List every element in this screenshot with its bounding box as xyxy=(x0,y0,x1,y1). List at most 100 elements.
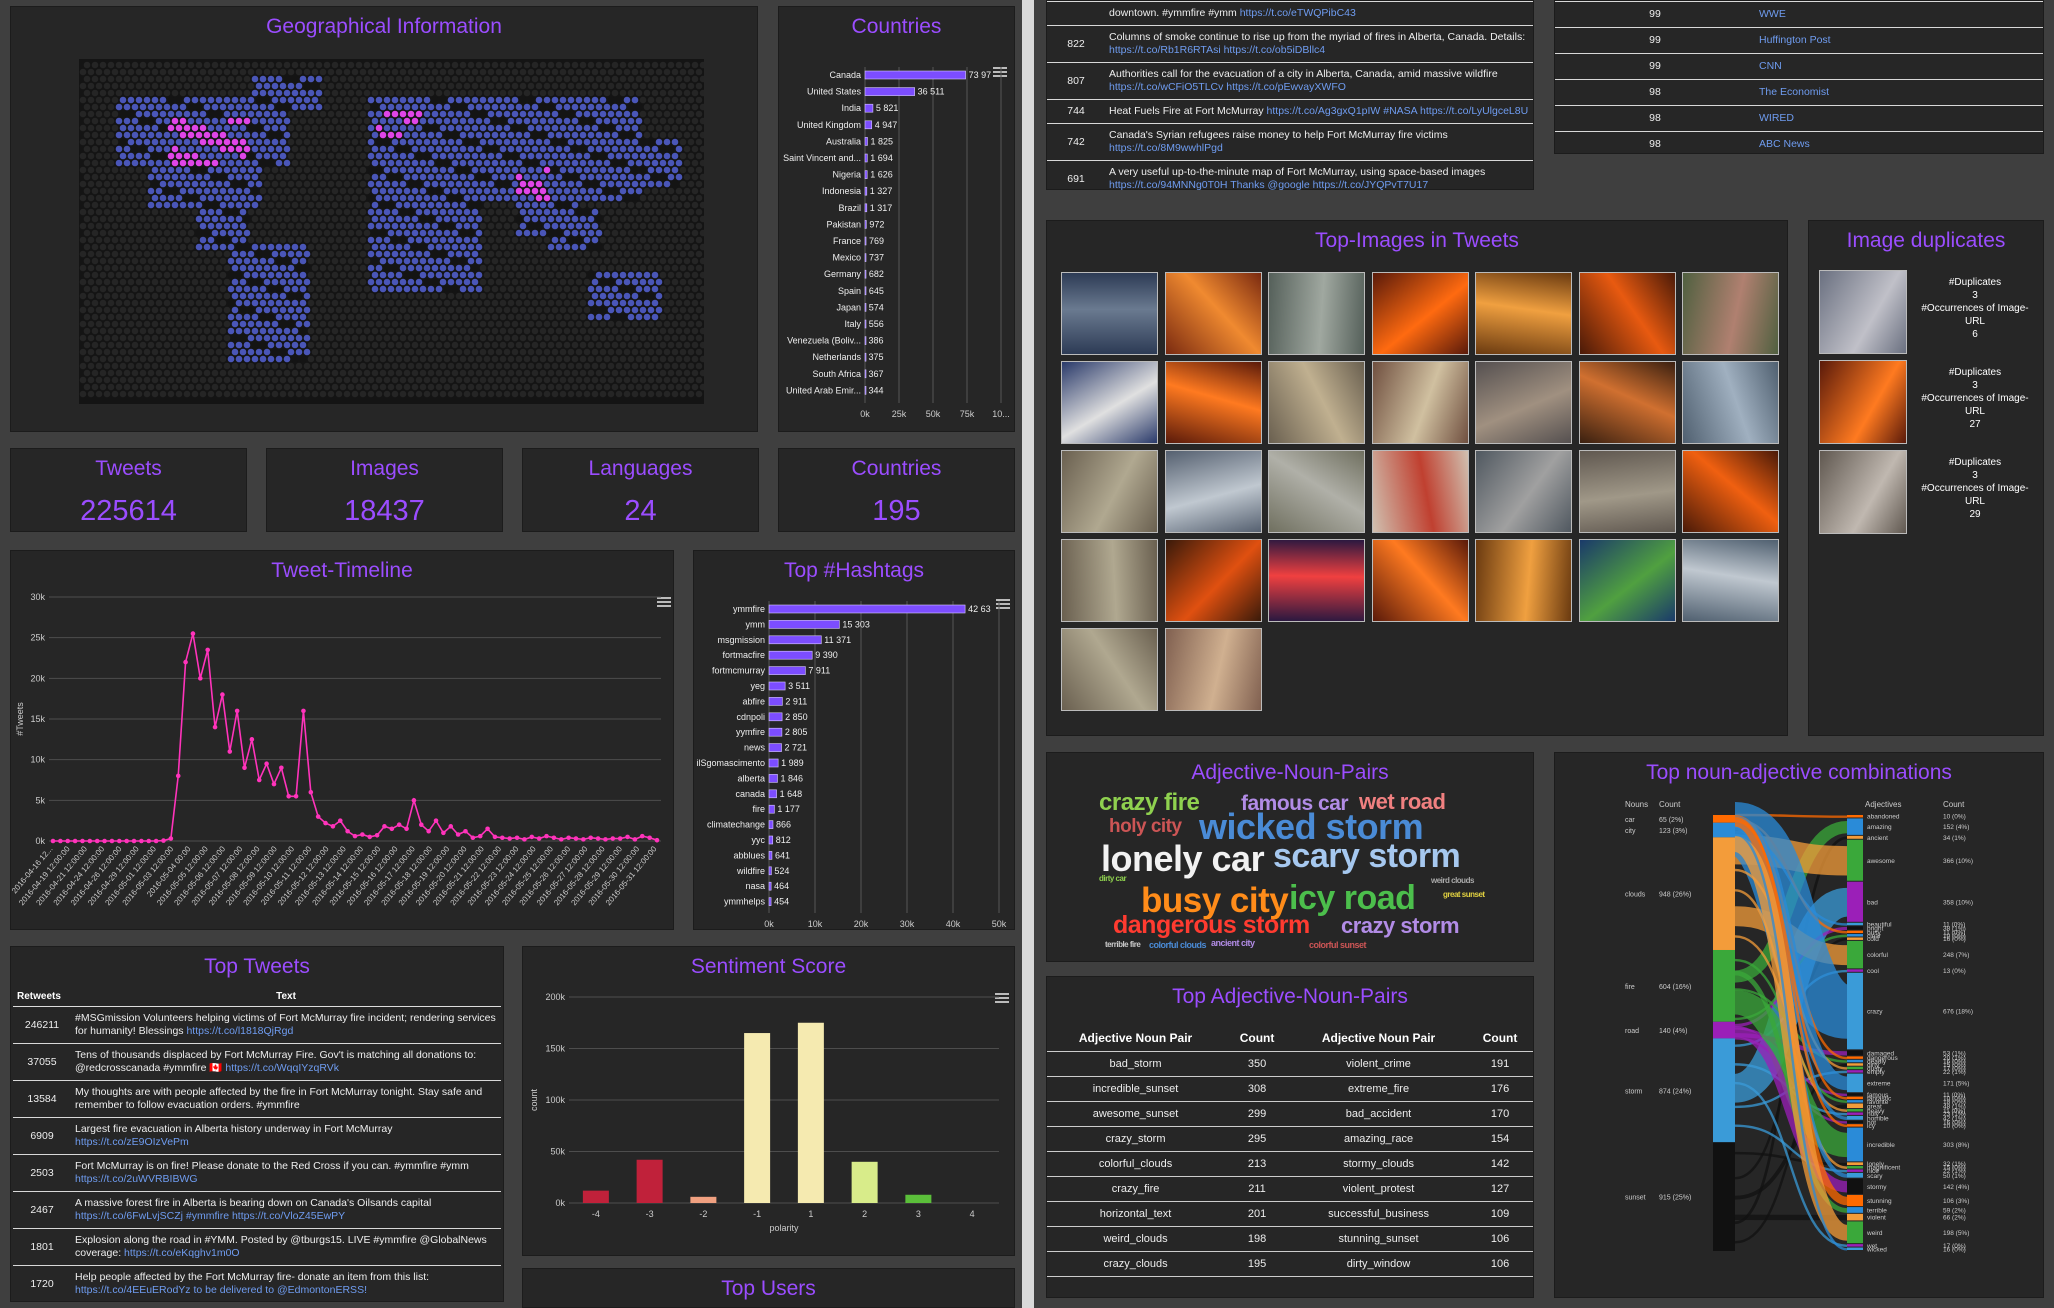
adjective-count: 66 (2%) xyxy=(1943,1215,1966,1222)
word-cloud-word[interactable]: colorful clouds xyxy=(1149,941,1207,950)
image-thumbnail[interactable] xyxy=(1682,450,1779,533)
image-thumbnail[interactable] xyxy=(1061,450,1158,533)
word-cloud-word[interactable]: holy city xyxy=(1109,817,1182,836)
image-thumbnail[interactable] xyxy=(1475,539,1572,622)
word-cloud-word[interactable]: icy road xyxy=(1289,881,1416,915)
word-cloud-word[interactable]: dirty car xyxy=(1099,875,1127,883)
col-pair[interactable]: Adjective Noun Pair xyxy=(1289,1025,1468,1052)
image-thumbnail[interactable] xyxy=(1268,361,1365,444)
timeline-title: Tweet-Timeline xyxy=(271,559,413,582)
word-cloud-word[interactable]: crazy storm xyxy=(1341,915,1460,937)
image-thumbnail[interactable] xyxy=(1371,361,1469,444)
col-pair[interactable]: Adjective Noun Pair xyxy=(1047,1025,1225,1052)
tweet-link[interactable]: https://t.co/eKqghv1m0O xyxy=(124,1247,240,1259)
image-thumbnail[interactable] xyxy=(1164,539,1262,622)
word-cloud-word[interactable]: lonely car xyxy=(1101,841,1265,877)
image-thumbnail[interactable] xyxy=(1061,272,1158,355)
image-thumbnail[interactable] xyxy=(1682,361,1779,444)
tweet-link[interactable]: https://t.co/wCFiO5TLCv https://t.co/pEw… xyxy=(1109,81,1346,93)
bar xyxy=(768,866,772,876)
tweet-link[interactable]: https://t.co/94MNNg0T0H Thanks @google h… xyxy=(1109,179,1428,191)
adjective-bar xyxy=(1847,1100,1863,1103)
image-thumbnail[interactable] xyxy=(1578,272,1676,355)
map-hexbin xyxy=(295,390,303,398)
word-cloud-word[interactable]: great sunset xyxy=(1443,891,1485,899)
tweet-link[interactable]: https://t.co/8M9wwhlPgd xyxy=(1109,142,1223,154)
col-count[interactable]: Count xyxy=(1467,1025,1533,1052)
word-cloud-word[interactable]: colorful sunset xyxy=(1309,941,1367,950)
user-name[interactable]: Huffington Post xyxy=(1755,27,2043,54)
map-hexbin xyxy=(583,222,591,230)
map-hexbin xyxy=(327,236,335,244)
map-hexbin xyxy=(327,152,335,160)
image-thumbnail[interactable] xyxy=(1578,361,1676,444)
image-thumbnail[interactable] xyxy=(1371,450,1469,533)
duplicate-thumbnail[interactable] xyxy=(1819,360,1907,444)
user-name[interactable]: WIRED xyxy=(1755,105,2043,132)
image-thumbnail[interactable] xyxy=(1164,272,1262,355)
tweet-link[interactable]: https://t.co/WqqIYzqRVk xyxy=(225,1062,339,1074)
col-count[interactable]: Count xyxy=(1224,1025,1290,1052)
tweet-link[interactable]: https://t.co/4EEuERodYz xyxy=(75,1284,191,1296)
image-thumbnail[interactable] xyxy=(1578,450,1676,533)
tweet-link[interactable]: https://t.co/Ag3gxQ1pIW #NASA https://t.… xyxy=(1267,105,1529,117)
map-hexbin xyxy=(131,61,139,69)
tweet-link[interactable]: to be delivered to @EdmontonERSS! xyxy=(191,1284,367,1296)
tweet-text: Heat Fuels Fire at Fort McMurray https:/… xyxy=(1105,99,1533,124)
tweet-link[interactable]: https://t.co/l1818QjRgd xyxy=(186,1025,293,1037)
tweet-link[interactable]: https://t.co/eTWQPibC43 xyxy=(1240,7,1356,19)
image-thumbnail[interactable] xyxy=(1371,272,1469,355)
bar xyxy=(636,1159,663,1203)
image-thumbnail[interactable] xyxy=(1061,628,1158,711)
tweet-text: Explosion along the road in #YMM. Posted… xyxy=(71,1228,501,1266)
map-hexbin xyxy=(167,194,175,202)
tweet-link[interactable]: #ymmfire https://t.co/VloZ45EwPY xyxy=(183,1210,345,1222)
world-hexbin-map[interactable] xyxy=(79,59,704,404)
word-cloud-word[interactable]: terrible fire xyxy=(1105,941,1141,949)
word-cloud-word[interactable]: dangerous storm xyxy=(1113,913,1310,938)
image-thumbnail[interactable] xyxy=(1268,450,1365,533)
map-hexbin xyxy=(527,208,535,216)
tweet-link[interactable]: https://t.co/6FwLvjSCZj xyxy=(75,1210,183,1222)
image-thumbnail[interactable] xyxy=(1682,539,1779,622)
tweet-link[interactable]: https://t.co/2uWVRBIBWG xyxy=(75,1173,198,1185)
image-thumbnail[interactable] xyxy=(1371,539,1469,622)
duplicate-thumbnail[interactable] xyxy=(1819,450,1907,534)
word-cloud-word[interactable]: ancient city xyxy=(1211,939,1255,948)
map-hexbin xyxy=(111,334,119,342)
user-name[interactable]: CNN xyxy=(1755,53,2043,80)
image-thumbnail[interactable] xyxy=(1164,450,1262,533)
image-thumbnail[interactable] xyxy=(1268,272,1365,355)
map-hexbin xyxy=(235,131,243,139)
image-thumbnail[interactable] xyxy=(1268,539,1365,622)
map-hexbin xyxy=(663,320,671,328)
user-name[interactable]: The Economist xyxy=(1755,79,2043,106)
map-hexbin xyxy=(643,215,651,223)
word-cloud-word[interactable]: scary storm xyxy=(1273,839,1461,873)
map-hexbin xyxy=(131,313,139,321)
duplicate-dup-label: #Duplicates xyxy=(1948,367,2002,378)
image-thumbnail[interactable] xyxy=(1164,628,1262,711)
image-thumbnail[interactable] xyxy=(1578,539,1676,622)
tweet-link[interactable]: https://t.co/Rb1R6RTAsi https://t.co/ob5… xyxy=(1109,44,1325,56)
tweet-link[interactable]: https://t.co/zE9OIzVePm xyxy=(75,1136,189,1148)
category-label: Indonesia xyxy=(822,186,861,196)
map-hexbin xyxy=(195,355,203,363)
word-cloud-word[interactable]: weird clouds xyxy=(1431,877,1474,885)
duplicate-thumbnail[interactable] xyxy=(1819,270,1907,354)
image-thumbnail[interactable] xyxy=(1682,272,1779,355)
image-thumbnail[interactable] xyxy=(1061,361,1158,444)
image-thumbnail[interactable] xyxy=(1061,539,1158,622)
word-cloud-word[interactable]: crazy fire xyxy=(1099,791,1200,815)
user-name[interactable]: ABC News xyxy=(1755,131,2043,157)
image-thumbnail[interactable] xyxy=(1164,361,1262,444)
user-name[interactable]: WWE xyxy=(1755,1,2043,28)
map-hexbin xyxy=(123,61,131,69)
image-thumbnail[interactable] xyxy=(1475,450,1572,533)
image-thumbnail[interactable] xyxy=(1475,272,1572,355)
map-hexbin xyxy=(155,229,163,237)
map-hexbin xyxy=(415,68,423,76)
noun-adjective-parallel-sets[interactable]: Nouns Count Adjectives Countcar 65 (2%)city 1… xyxy=(1555,793,2043,1293)
map-hexbin xyxy=(263,208,271,216)
image-thumbnail[interactable] xyxy=(1475,361,1572,444)
